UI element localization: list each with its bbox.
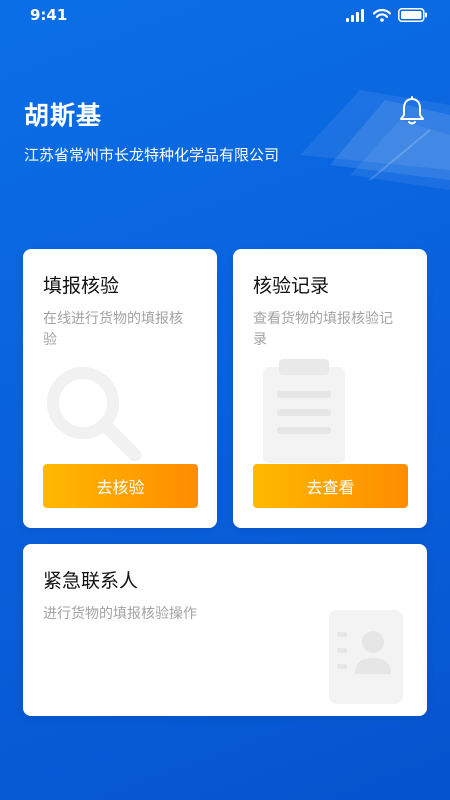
- status-icons: [346, 8, 428, 22]
- battery-icon: [398, 8, 427, 22]
- bell-icon[interactable]: [398, 96, 426, 126]
- status-time: 9:41: [30, 6, 68, 24]
- card-verify-title: 填报核验: [43, 275, 120, 297]
- header: 胡斯基 江苏省常州市长龙特种化学品有限公司: [24, 96, 279, 165]
- clipboard-icon: [263, 359, 345, 463]
- card-contacts-title: 紧急联系人: [43, 570, 139, 592]
- wifi-icon: [373, 8, 391, 22]
- decorative-book-graphic: [300, 90, 450, 190]
- card-verify: 填报核验 在线进行货物的填报核验 去核验: [23, 249, 217, 528]
- go-view-button[interactable]: 去查看: [253, 464, 408, 508]
- company-name: 江苏省常州市长龙特种化学品有限公司: [24, 146, 280, 164]
- go-verify-button[interactable]: 去核验: [43, 464, 198, 508]
- card-records: 核验记录 查看货物的填报核验记录 去查看: [233, 249, 427, 528]
- status-bar: 9:41: [0, 0, 450, 30]
- card-verify-desc: 在线进行货物的填报核验: [43, 311, 183, 348]
- user-name: 胡斯基: [24, 101, 103, 130]
- card-contacts-desc: 进行货物的填报核验操作: [43, 606, 197, 622]
- card-emergency-contacts[interactable]: 紧急联系人 进行货物的填报核验操作: [23, 544, 427, 716]
- card-records-desc: 查看货物的填报核验记录: [253, 311, 393, 348]
- search-icon: [47, 367, 142, 461]
- signal-icon: [346, 8, 364, 22]
- card-records-title: 核验记录: [253, 275, 330, 297]
